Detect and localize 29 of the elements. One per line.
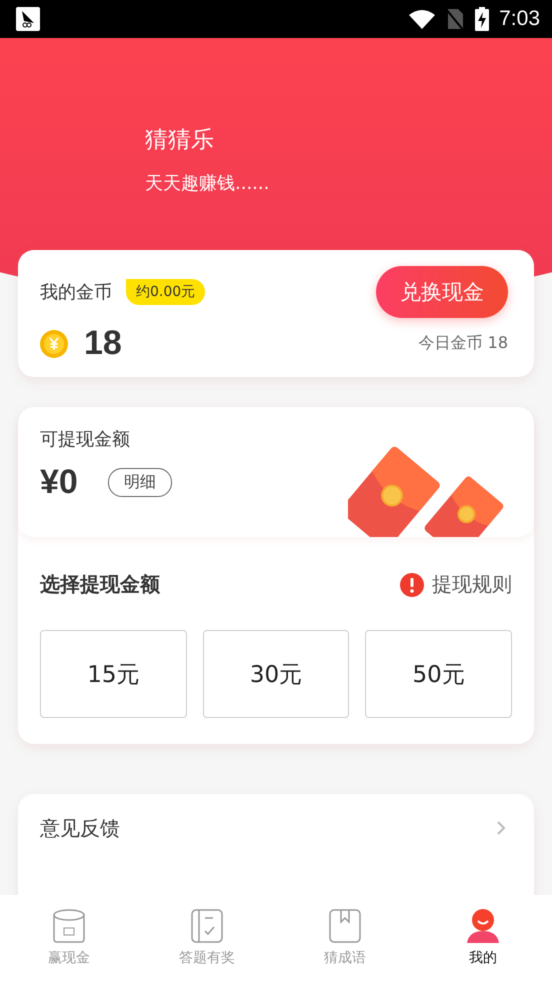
amount-option[interactable]: 15元 <box>40 630 187 718</box>
app-notification-icon <box>16 7 40 31</box>
withdrawable-label: 可提现金额 <box>40 429 130 450</box>
user-icon <box>466 909 500 943</box>
tab[interactable]: 我的 <box>414 895 552 981</box>
drum-icon <box>53 909 85 943</box>
alert-icon <box>400 572 424 596</box>
app-subtitle: 天天趣赚钱...... <box>145 172 270 195</box>
no-sim-icon <box>445 7 466 31</box>
details-button[interactable]: 明细 <box>108 468 172 497</box>
menu-item[interactable]: 意见反馈 <box>18 794 534 862</box>
bookmark-book-icon <box>329 909 361 943</box>
exchange-cash-button[interactable]: 兑换现金 <box>376 266 508 318</box>
withdrawable-amount: ¥0 <box>40 463 78 502</box>
amount-option[interactable]: 30元 <box>202 630 350 718</box>
status-time: 7:03 <box>499 7 540 31</box>
checked-book-icon <box>191 909 223 943</box>
wifi-icon <box>409 9 436 29</box>
amount-option[interactable]: 50元 <box>365 630 512 718</box>
app-title: 猜猜乐 <box>145 126 215 155</box>
today-coins: 今日金币 18 <box>418 333 508 354</box>
approx-value-tag: 约0.00元 <box>126 279 206 305</box>
coin-amount: 18 <box>84 324 122 363</box>
battery-charging-icon <box>475 7 490 31</box>
section-title: 选择提现金额 <box>40 571 160 598</box>
coin-icon <box>40 330 68 358</box>
coins-label: 我的金币 <box>40 281 112 304</box>
chevron-right-icon <box>496 820 506 836</box>
withdraw-rules-link[interactable]: 提现规则 <box>432 571 512 598</box>
